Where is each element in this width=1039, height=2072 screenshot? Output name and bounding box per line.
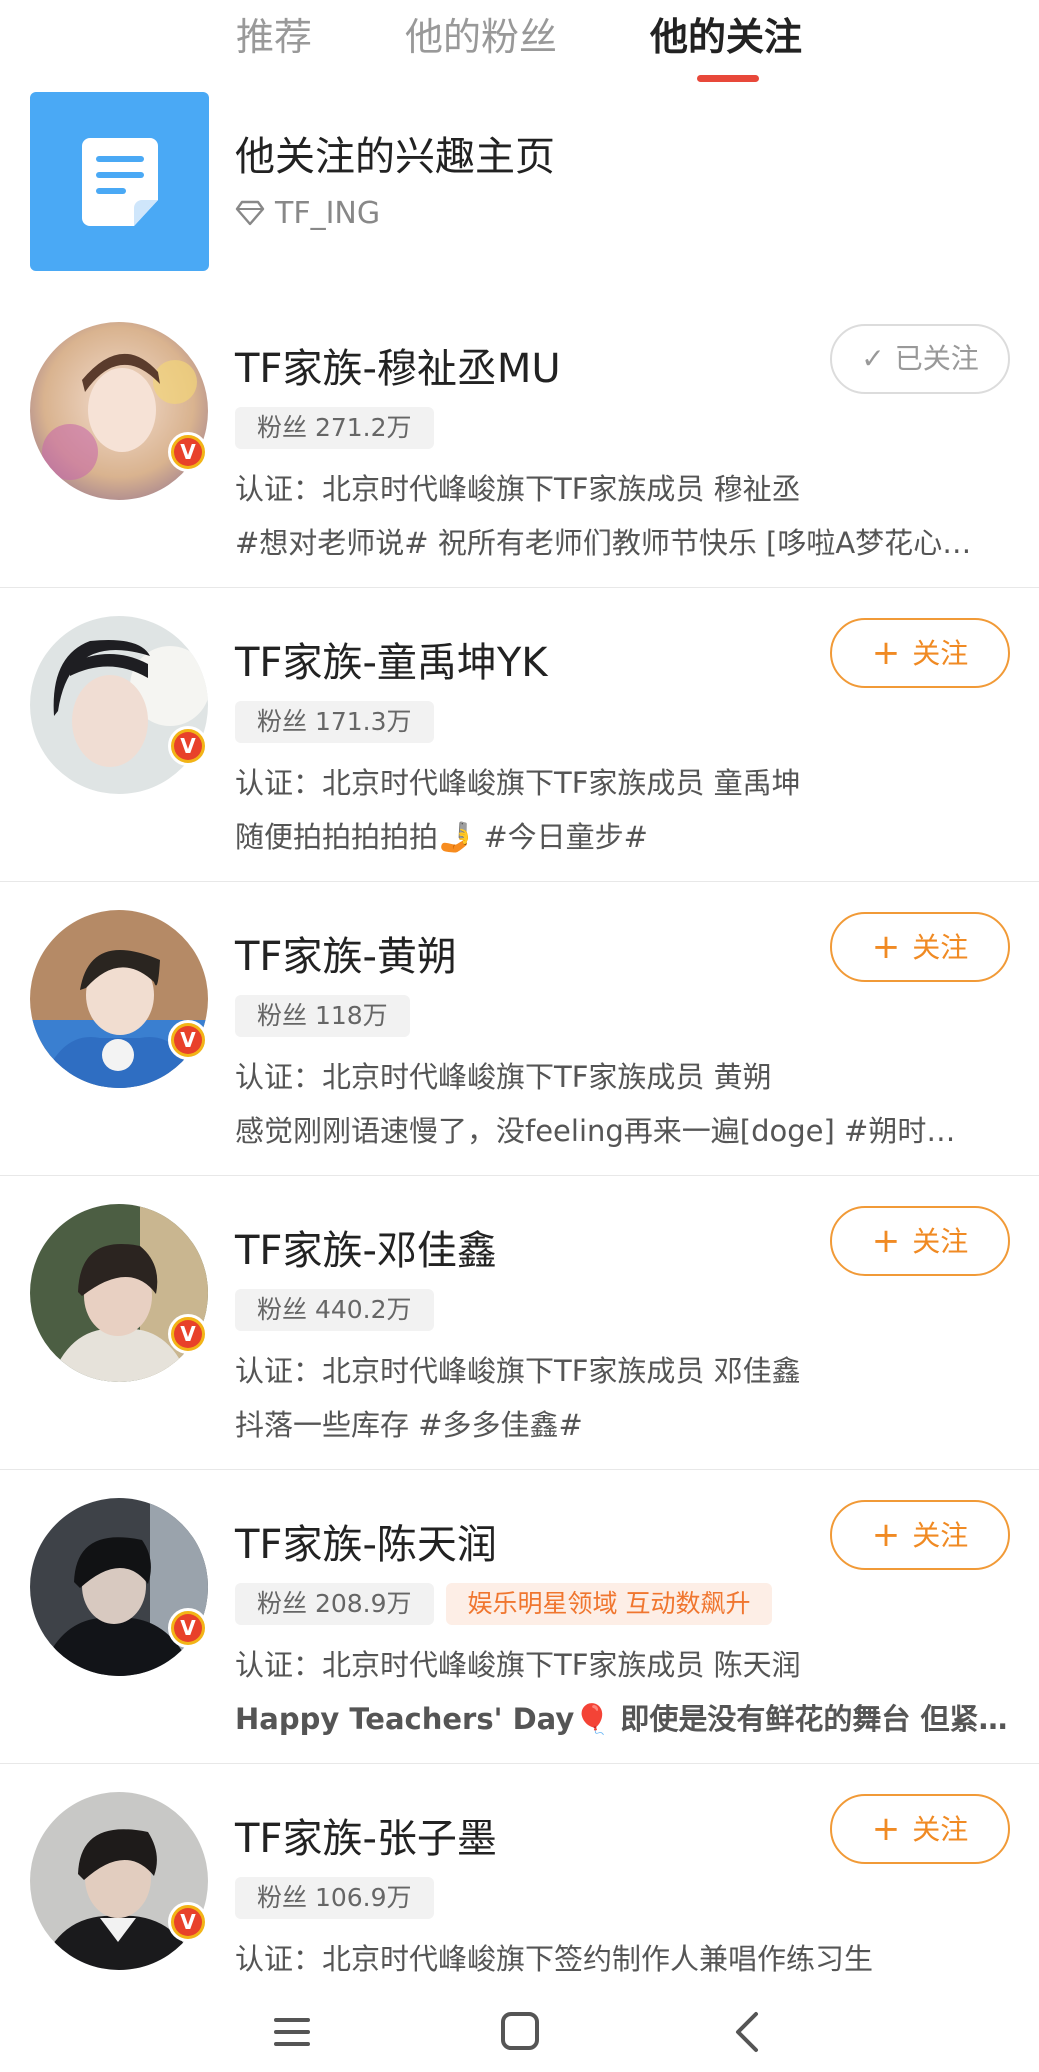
back-icon[interactable] xyxy=(718,2004,778,2060)
follow-button[interactable]: + 关注 xyxy=(830,1206,1010,1276)
interest-pages-row[interactable]: 他关注的兴趣主页 TF_ING xyxy=(0,92,1039,280)
follow-label: 关注 xyxy=(912,931,969,964)
list-item[interactable]: V TF家族-邓佳鑫 粉丝 440.2万 认证：北京时代峰峻旗下TF家族成员 邓… xyxy=(0,1176,1039,1470)
tag-row: 粉丝 106.9万 xyxy=(235,1877,434,1919)
document-icon xyxy=(82,138,158,226)
verification-text: 认证：北京时代峰峻旗下TF家族成员 邓佳鑫 xyxy=(235,1354,801,1388)
tag-row: 粉丝 118万 xyxy=(235,995,410,1037)
verified-badge-icon: V xyxy=(168,1020,208,1060)
list-item[interactable]: V TF家族-黄朔 粉丝 118万 认证：北京时代峰峻旗下TF家族成员 黄朔 感… xyxy=(0,882,1039,1176)
latest-post-text: 抖落一些库存 #多多佳鑫# xyxy=(235,1408,583,1442)
latest-post-text: 随便拍拍拍拍拍🤳 #今日童步# xyxy=(235,820,648,854)
fans-count: 粉丝 271.2万 xyxy=(235,407,434,449)
fans-count: 粉丝 208.9万 xyxy=(235,1583,434,1625)
following-page: 推荐 他的粉丝 他的关注 他关注的兴趣主页 TF_ING V TF家族-穆祉丞M… xyxy=(0,0,1039,2072)
follow-button[interactable]: + 关注 xyxy=(830,618,1010,688)
follow-label: 关注 xyxy=(912,1225,969,1258)
follow-label: 关注 xyxy=(912,1519,969,1552)
system-nav-bar xyxy=(0,1992,1039,2072)
verification-text: 认证：北京时代峰峻旗下TF家族成员 童禹坤 xyxy=(235,766,801,800)
user-name[interactable]: TF家族-张子墨 xyxy=(235,1806,497,1864)
follow-button[interactable]: + 关注 xyxy=(830,912,1010,982)
avatar[interactable] xyxy=(30,1792,208,1970)
list-item[interactable]: V TF家族-童禹坤YK 粉丝 171.3万 认证：北京时代峰峻旗下TF家族成员… xyxy=(0,588,1039,882)
latest-post-text: #想对老师说# 祝所有老师们教师节快乐 [哆啦A梦花心… xyxy=(235,526,972,560)
interest-subtitle: TF_ING xyxy=(235,196,380,231)
verified-badge-icon: V xyxy=(168,726,208,766)
avatar[interactable] xyxy=(30,910,208,1088)
verified-badge-icon: V xyxy=(168,1608,208,1648)
latest-post-text: Happy Teachers' Day🎈 即使是没有鲜花的舞台 但紧… xyxy=(235,1702,1008,1736)
plus-icon: + xyxy=(871,1515,901,1555)
user-name[interactable]: TF家族-黄朔 xyxy=(235,924,457,982)
follow-button[interactable]: + 关注 xyxy=(830,1794,1010,1864)
trending-tag: 娱乐明星领域 互动数飙升 xyxy=(445,1583,773,1625)
home-icon[interactable] xyxy=(490,2004,550,2060)
verification-text: 认证：北京时代峰峻旗下TF家族成员 穆祉丞 xyxy=(235,472,801,506)
tab-recommend[interactable]: 推荐 xyxy=(236,12,312,62)
latest-post-text: 感觉刚刚语速慢了，没feeling再来一遍[doge] #朔时… xyxy=(235,1114,956,1148)
verified-badge-icon: V xyxy=(168,1902,208,1942)
fans-count: 粉丝 440.2万 xyxy=(235,1289,434,1331)
follow-label: 关注 xyxy=(912,637,969,670)
follow-button[interactable]: + 关注 xyxy=(830,1500,1010,1570)
diamond-icon xyxy=(235,200,265,226)
fans-count: 粉丝 118万 xyxy=(235,995,410,1037)
verified-badge-icon: V xyxy=(168,432,208,472)
followed-label: 已关注 xyxy=(894,342,979,375)
tag-row: 粉丝 440.2万 xyxy=(235,1289,434,1331)
plus-icon: + xyxy=(871,927,901,967)
verified-badge-icon: V xyxy=(168,1314,208,1354)
interest-subtitle-text: TF_ING xyxy=(275,196,381,231)
fans-count: 粉丝 171.3万 xyxy=(235,701,434,743)
followed-button[interactable]: ✓ 已关注 xyxy=(830,324,1010,394)
menu-icon[interactable] xyxy=(262,2004,322,2060)
list-item[interactable]: V TF家族-穆祉丞MU 粉丝 271.2万 认证：北京时代峰峻旗下TF家族成员… xyxy=(0,294,1039,588)
user-name[interactable]: TF家族-邓佳鑫 xyxy=(235,1218,497,1276)
avatar[interactable] xyxy=(30,1204,208,1382)
follow-label: 关注 xyxy=(912,1813,969,1846)
user-name[interactable]: TF家族-陈天润 xyxy=(235,1512,497,1570)
tag-row: 粉丝 271.2万 xyxy=(235,407,434,449)
interest-title: 他关注的兴趣主页 xyxy=(235,134,555,180)
tag-row: 粉丝 171.3万 xyxy=(235,701,434,743)
plus-icon: + xyxy=(871,1809,901,1849)
avatar[interactable] xyxy=(30,322,208,500)
list-item[interactable]: V TF家族-陈天润 粉丝 208.9万 娱乐明星领域 互动数飙升 认证：北京时代… xyxy=(0,1470,1039,1764)
verification-text: 认证：北京时代峰峻旗下TF家族成员 黄朔 xyxy=(235,1060,772,1094)
active-tab-indicator xyxy=(697,75,759,82)
user-name[interactable]: TF家族-童禹坤YK xyxy=(235,630,548,688)
check-icon: ✓ xyxy=(861,342,885,375)
avatar[interactable] xyxy=(30,1498,208,1676)
tag-row: 粉丝 208.9万 娱乐明星领域 互动数飙升 xyxy=(235,1583,773,1625)
user-name[interactable]: TF家族-穆祉丞MU xyxy=(235,336,561,394)
fans-count: 粉丝 106.9万 xyxy=(235,1877,434,1919)
plus-icon: + xyxy=(871,633,901,673)
plus-icon: + xyxy=(871,1221,901,1261)
avatar[interactable] xyxy=(30,616,208,794)
tab-his-fans[interactable]: 他的粉丝 xyxy=(405,12,557,62)
tab-bar: 推荐 他的粉丝 他的关注 xyxy=(0,0,1039,86)
verification-text: 认证：北京时代峰峻旗下TF家族成员 陈天润 xyxy=(235,1648,801,1682)
verification-text: 认证：北京时代峰峻旗下签约制作人兼唱作练习生 xyxy=(235,1942,874,1976)
interest-tile xyxy=(30,92,209,271)
tab-his-following[interactable]: 他的关注 xyxy=(650,12,802,62)
